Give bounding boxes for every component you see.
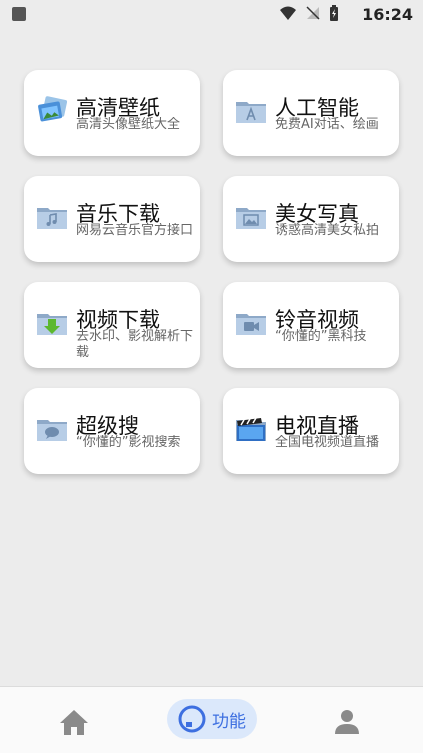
status-icons bbox=[279, 5, 339, 21]
battery-charging-icon bbox=[330, 5, 338, 21]
card-subtitle: 高清头像壁纸大全 bbox=[76, 117, 181, 132]
chat-folder-icon bbox=[37, 420, 67, 441]
status-bar: 16:24 bbox=[0, 0, 423, 28]
image-folder-icon bbox=[236, 208, 266, 229]
card-subtitle: 去水印、影视解析下载 bbox=[76, 329, 194, 360]
card-beauty-photos[interactable]: 美女写真 诱惑高清美女私拍 bbox=[223, 176, 399, 262]
app-folder-icon bbox=[236, 102, 266, 123]
card-subtitle: “你懂的”影视搜索 bbox=[76, 435, 181, 450]
wifi-icon bbox=[280, 6, 296, 20]
card-music-download[interactable]: 音乐下载 网易云音乐官方接口 bbox=[24, 176, 200, 262]
card-subtitle: 诱惑高清美女私拍 bbox=[275, 223, 380, 238]
clapper-folder-icon bbox=[236, 417, 266, 441]
card-subtitle: 网易云音乐官方接口 bbox=[76, 223, 194, 238]
card-ai[interactable]: 人工智能 免费AI对话、绘画 bbox=[223, 70, 399, 156]
card-hd-wallpaper[interactable]: 高清壁纸 高清头像壁纸大全 bbox=[24, 70, 200, 156]
no-signal-icon bbox=[306, 6, 320, 20]
nav-profile[interactable] bbox=[332, 695, 362, 739]
notification-icon bbox=[12, 7, 26, 21]
nav-function-label: 功能 bbox=[212, 711, 246, 732]
card-subtitle: 免费AI对话、绘画 bbox=[275, 117, 379, 132]
card-tv-live[interactable]: 电视直播 全国电视频道直播 bbox=[223, 388, 399, 474]
card-video-download[interactable]: 视频下载 去水印、影视解析下载 bbox=[24, 282, 200, 368]
card-super-search[interactable]: 超级搜 “你懂的”影视搜索 bbox=[24, 388, 200, 474]
nav-home[interactable] bbox=[58, 695, 90, 739]
nav-function[interactable]: 功能 bbox=[167, 699, 257, 739]
bottom-nav: 功能 bbox=[0, 686, 423, 753]
clock: 16:24 bbox=[362, 5, 413, 24]
person-icon bbox=[335, 710, 359, 734]
music-folder-icon bbox=[37, 208, 67, 229]
download-folder-icon bbox=[37, 314, 67, 335]
card-ringtone-video[interactable]: 铃音视频 “你懂的”黑科技 bbox=[223, 282, 399, 368]
video-folder-icon bbox=[236, 314, 266, 335]
home-icon bbox=[60, 710, 88, 735]
function-icon bbox=[178, 705, 206, 733]
card-subtitle: 全国电视频道直播 bbox=[275, 435, 380, 450]
photos-icon bbox=[38, 96, 68, 122]
card-subtitle: “你懂的”黑科技 bbox=[275, 329, 367, 344]
